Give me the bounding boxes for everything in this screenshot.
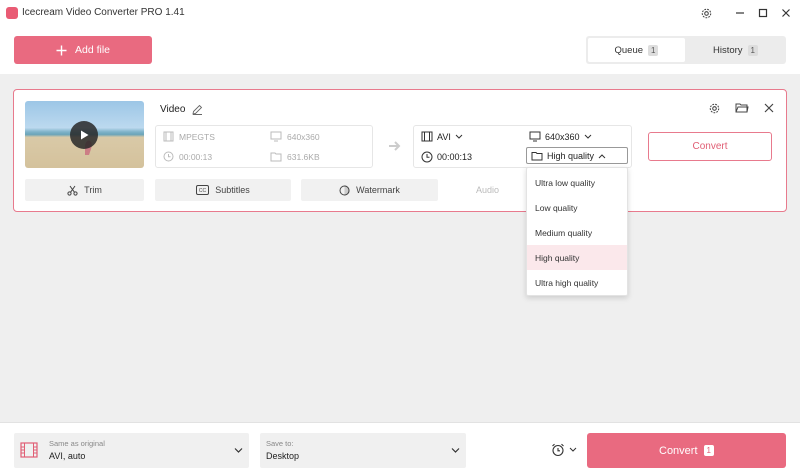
source-format: MPEGTS xyxy=(163,131,215,142)
audio-button[interactable]: Audio xyxy=(460,179,515,201)
view-tabs: Queue 1 History 1 xyxy=(586,36,786,64)
chevron-down-icon xyxy=(455,134,463,139)
profile-caption: Same as original xyxy=(49,439,105,448)
video-title: Video xyxy=(160,104,186,115)
quality-option-low[interactable]: Low quality xyxy=(527,195,627,220)
convert-all-label: Convert xyxy=(659,444,698,457)
source-size: 631.6KB xyxy=(270,151,320,162)
monitor-icon xyxy=(270,131,282,142)
quality-dropdown-menu: Ultra low quality Low quality Medium qua… xyxy=(526,167,628,296)
closed-captions-icon: CC xyxy=(196,185,210,195)
quality-select-value: High quality xyxy=(547,150,595,161)
chevron-down-icon xyxy=(569,447,577,452)
monitor-icon xyxy=(529,131,541,142)
chevron-down-icon xyxy=(451,447,460,454)
alarm-clock-icon xyxy=(552,443,564,457)
close-window-icon[interactable] xyxy=(776,4,796,22)
film-icon xyxy=(20,442,38,458)
remove-item-icon[interactable] xyxy=(761,100,777,116)
film-icon xyxy=(163,131,174,142)
quality-option-medium[interactable]: Medium quality xyxy=(527,220,627,245)
plus-icon xyxy=(56,45,67,55)
maximize-icon[interactable] xyxy=(753,4,773,22)
watermark-button[interactable]: Watermark xyxy=(301,179,438,201)
add-file-button[interactable]: Add file xyxy=(14,36,152,64)
clock-icon xyxy=(163,151,174,162)
chevron-down-icon xyxy=(584,134,591,139)
convert-count-badge: 1 xyxy=(703,445,714,456)
target-resolution-select[interactable]: 640x360 xyxy=(529,131,592,142)
quality-option-high[interactable]: High quality xyxy=(527,245,627,270)
queue-count-badge: 1 xyxy=(648,44,659,56)
add-file-label: Add file xyxy=(74,44,111,56)
source-duration: 00:00:13 xyxy=(163,151,212,162)
settings-gear-icon[interactable] xyxy=(696,4,716,22)
tab-history-label: History xyxy=(712,44,743,56)
tab-queue[interactable]: Queue 1 xyxy=(588,38,685,62)
history-count-badge: 1 xyxy=(747,44,758,56)
watermark-drop-icon xyxy=(339,185,350,195)
tab-history[interactable]: History 1 xyxy=(687,38,784,62)
chevron-down-icon xyxy=(234,447,243,454)
tab-queue-label: Queue xyxy=(614,44,644,56)
item-settings-gear-icon[interactable] xyxy=(706,100,722,116)
clock-icon xyxy=(421,151,433,163)
arrow-right-icon xyxy=(388,140,402,152)
convert-item-button[interactable]: Convert xyxy=(648,132,772,161)
target-duration: 00:00:13 xyxy=(421,151,472,163)
profile-value: AVI, auto xyxy=(49,451,86,461)
edit-pencil-icon[interactable] xyxy=(192,104,203,115)
quality-select[interactable]: High quality xyxy=(526,147,628,164)
save-to-select[interactable]: Save to: Desktop xyxy=(260,433,466,468)
scissors-icon xyxy=(67,185,78,196)
quality-option-ultra-high[interactable]: Ultra high quality xyxy=(527,270,627,295)
schedule-timer-button[interactable] xyxy=(551,443,577,457)
folder-icon xyxy=(531,151,543,160)
chevron-up-icon xyxy=(598,153,606,158)
subtitles-button[interactable]: CC Subtitles xyxy=(155,179,291,201)
save-to-value: Desktop xyxy=(266,451,300,461)
trim-button[interactable]: Trim xyxy=(25,179,144,201)
save-to-caption: Save to: xyxy=(266,439,294,448)
output-profile-select[interactable]: Same as original AVI, auto xyxy=(14,433,249,468)
app-logo-icon xyxy=(6,7,18,19)
svg-text:CC: CC xyxy=(199,188,207,194)
source-resolution: 640x360 xyxy=(270,131,320,142)
film-icon xyxy=(421,131,433,142)
play-icon[interactable] xyxy=(70,121,98,149)
convert-all-button[interactable]: Convert 1 xyxy=(587,433,786,468)
target-format-select[interactable]: AVI xyxy=(421,131,463,142)
minimize-icon[interactable] xyxy=(730,4,750,22)
folder-icon xyxy=(270,152,282,162)
open-folder-icon[interactable] xyxy=(734,100,750,116)
quality-option-ultra-low[interactable]: Ultra low quality xyxy=(527,170,627,195)
app-title: Icecream Video Converter PRO 1.41 xyxy=(22,7,185,18)
